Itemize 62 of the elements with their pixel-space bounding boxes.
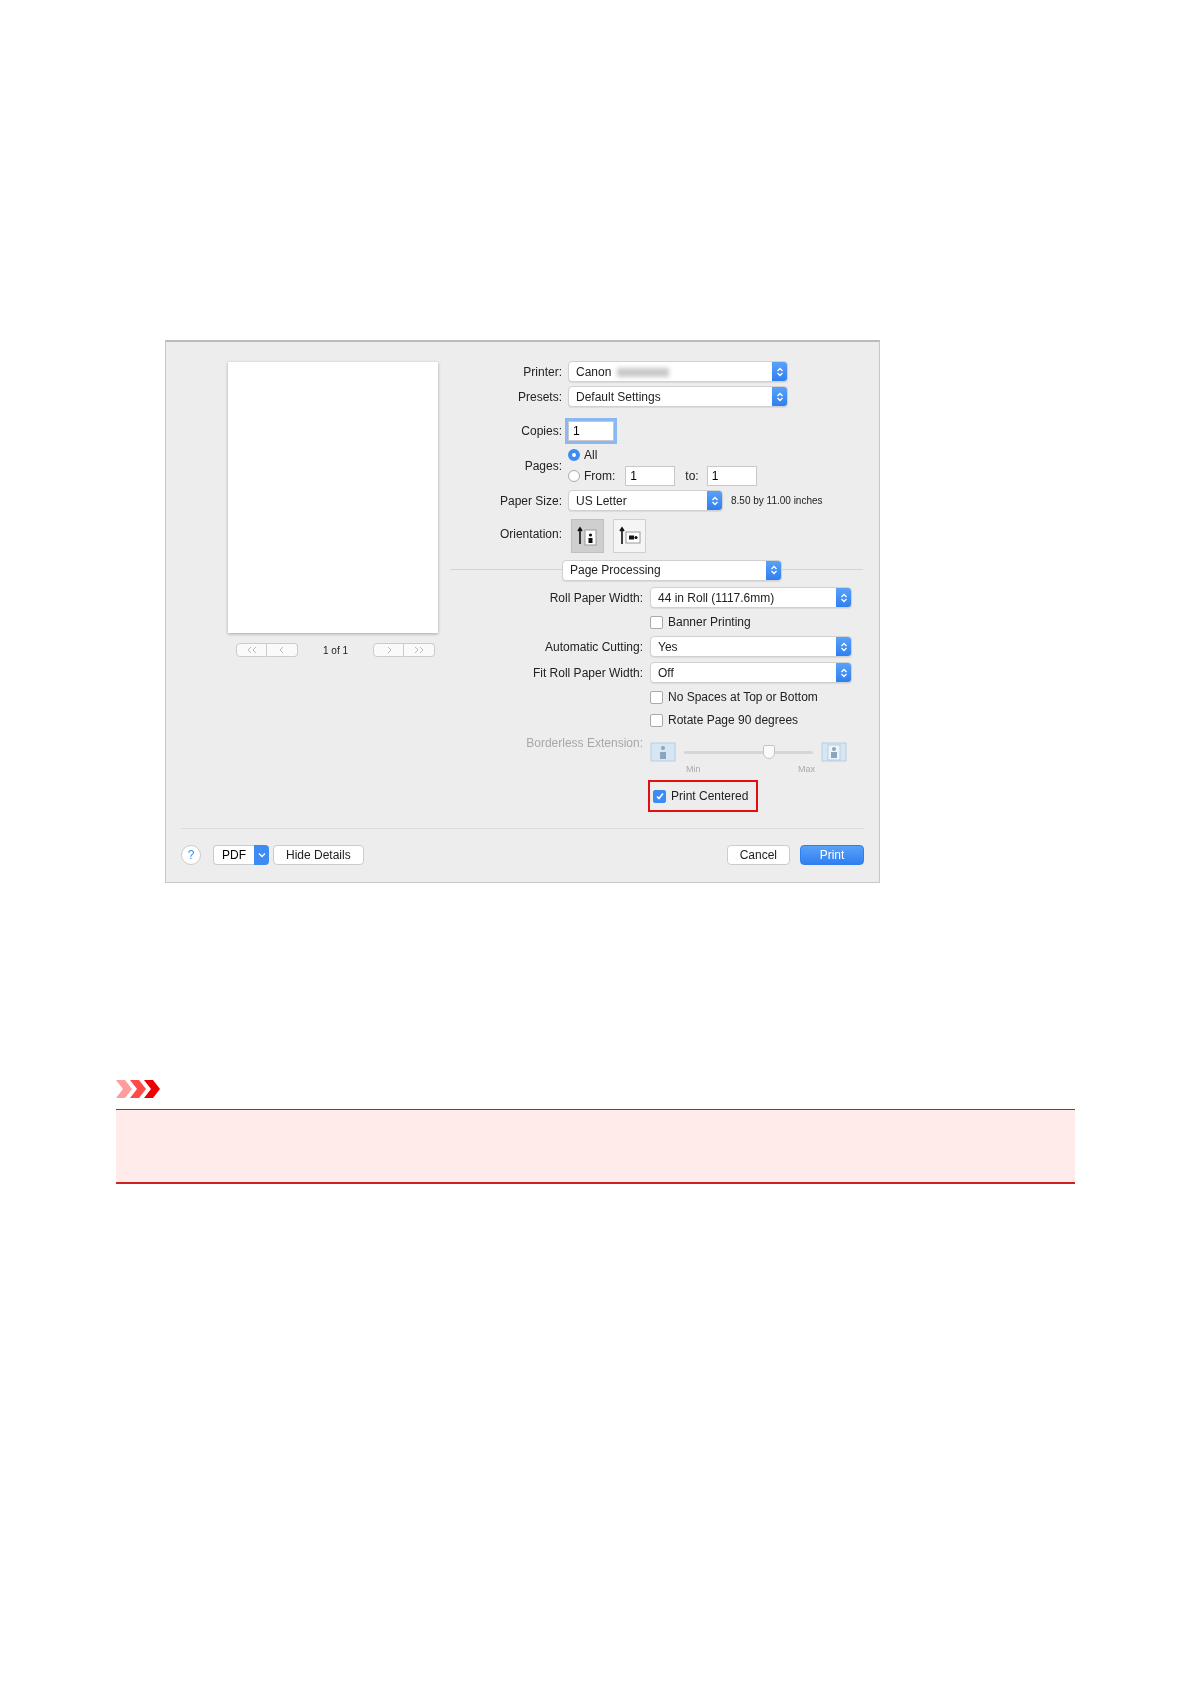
previous-page-button[interactable] xyxy=(267,643,298,657)
paper-size-dropdown[interactable]: US Letter xyxy=(568,490,723,511)
from-page-field[interactable]: 1 xyxy=(625,466,676,486)
field-label: to: xyxy=(685,469,699,483)
field-label: Orientation: xyxy=(499,527,562,541)
radio-label: From: xyxy=(584,469,616,483)
pdf-button[interactable]: PDF xyxy=(213,845,254,865)
stepper-icon xyxy=(836,588,851,607)
field-label: Borderless Extension: xyxy=(526,736,643,750)
max-label: Max xyxy=(798,764,815,774)
checkbox[interactable] xyxy=(653,789,666,803)
section-dropdown[interactable]: Page Processing xyxy=(562,559,782,581)
presets-dropdown[interactable]: Default Settings xyxy=(568,386,788,407)
radio-label: All xyxy=(584,448,598,462)
hide-details-button[interactable]: Hide Details xyxy=(273,845,364,865)
field-label: Pages: xyxy=(524,458,562,473)
field-label: Paper Size: xyxy=(499,493,562,508)
pdf-menu-button[interactable] xyxy=(254,845,269,865)
page-indicator: 1 of 1 xyxy=(323,644,349,656)
field-label: Automatic Cutting: xyxy=(544,639,643,654)
small-margin-icon xyxy=(650,742,676,762)
help-button[interactable]: ? xyxy=(181,845,201,865)
field-label: Presets: xyxy=(518,389,562,404)
checkbox[interactable] xyxy=(650,690,663,704)
checkbox[interactable] xyxy=(650,713,663,727)
first-page-button[interactable] xyxy=(236,643,267,657)
to-page-field[interactable]: 1 xyxy=(706,466,757,486)
field-label: Roll Paper Width: xyxy=(549,590,643,605)
printer-dropdown[interactable]: Canon xyxy=(568,361,788,382)
checkbox-label: Print Centered xyxy=(671,789,749,803)
checkbox-label: No Spaces at Top or Bottom xyxy=(668,690,818,704)
orientation-button[interactable] xyxy=(613,519,646,553)
stepper-icon xyxy=(772,387,787,406)
orientation-button[interactable] xyxy=(571,519,604,553)
cancel-button[interactable]: Cancel xyxy=(726,845,790,865)
radio-button[interactable] xyxy=(568,470,580,482)
stepper-icon xyxy=(707,491,722,510)
double-chevron-left-icon xyxy=(245,646,258,654)
portrait-icon xyxy=(575,524,600,548)
field-label: Copies: xyxy=(521,424,562,438)
next-page-button[interactable] xyxy=(373,643,405,657)
large-margin-icon xyxy=(821,742,847,762)
stepper-icon xyxy=(836,663,851,682)
chevron-left-icon xyxy=(278,646,286,654)
checkbox-label: Rotate Page 90 degrees xyxy=(668,713,799,727)
dropdown[interactable]: Off xyxy=(650,662,852,683)
dropdown[interactable]: Yes xyxy=(650,636,852,657)
radio-button[interactable] xyxy=(568,449,580,461)
field-label: Fit Roll Paper Width: xyxy=(532,665,643,680)
checkbox[interactable] xyxy=(650,615,663,629)
dropdown[interactable]: 44 in Roll (1117.6mm) xyxy=(650,587,852,608)
field-label: Printer: xyxy=(523,364,562,379)
double-chevron-right-icon xyxy=(413,646,426,654)
stepper-icon xyxy=(772,362,787,381)
checkbox-label: Banner Printing xyxy=(668,615,751,629)
stepper-icon xyxy=(836,637,851,656)
stepper-icon xyxy=(766,560,781,580)
copies-field[interactable]: 1 xyxy=(568,421,614,441)
last-page-button[interactable] xyxy=(404,643,436,657)
caret-icon xyxy=(257,852,266,858)
min-label: Min xyxy=(686,764,701,774)
paper-dimensions: 8.50 by 11.00 inches xyxy=(731,495,823,506)
